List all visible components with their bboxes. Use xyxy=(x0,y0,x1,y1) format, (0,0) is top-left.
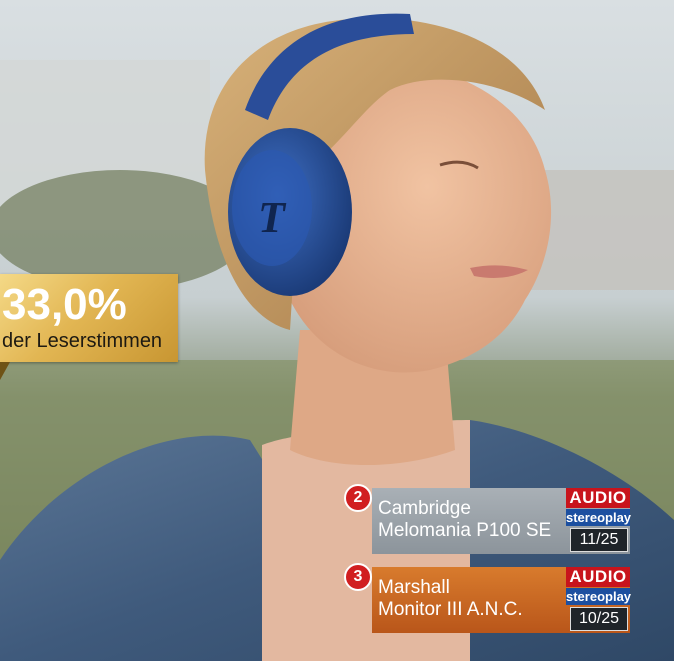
product-name: Marshall Monitor III A.N.C. xyxy=(378,577,523,621)
vote-percentage: 33,0% xyxy=(2,280,127,329)
issue-number: 11/25 xyxy=(570,528,628,552)
product-name: Cambridge Melomania P100 SE xyxy=(378,498,551,542)
audio-logo: AUDIO xyxy=(566,567,630,587)
rank-number: 3 xyxy=(344,563,372,591)
product-model: Monitor III A.N.C. xyxy=(378,599,523,620)
stereoplay-logo: stereoplay xyxy=(566,509,632,526)
product-brand: Cambridge xyxy=(378,498,471,519)
reader-vote-badge: 33,0% der Leserstimmen xyxy=(0,274,178,362)
magazine-logo-1: AUDIO stereoplay 11/25 xyxy=(566,488,632,554)
product-model: Melomania P100 SE xyxy=(378,520,552,541)
stereoplay-logo: stereoplay xyxy=(566,588,632,605)
product-brand: Marshall xyxy=(378,577,450,598)
issue-number: 10/25 xyxy=(570,607,628,631)
svg-text:T: T xyxy=(258,193,287,242)
audio-logo: AUDIO xyxy=(566,488,630,508)
magazine-logo-2: AUDIO stereoplay 10/25 xyxy=(566,567,632,633)
rank-number: 2 xyxy=(344,484,372,512)
vote-label: der Leserstimmen xyxy=(2,330,163,352)
badge-fold xyxy=(0,362,10,380)
